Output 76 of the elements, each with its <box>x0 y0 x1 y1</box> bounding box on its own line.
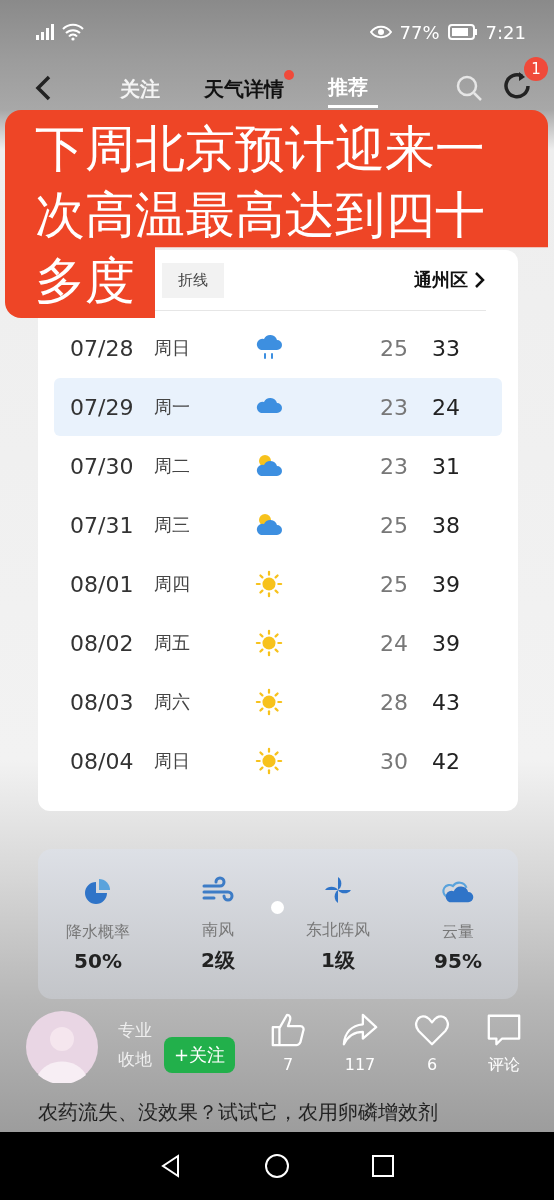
high-temp: 24 <box>432 394 460 420</box>
high-temp: 43 <box>432 689 460 715</box>
wifi-icon <box>62 23 84 41</box>
video-caption: 农药流失、没效果？试试它，农用卵磷增效剂 <box>37 1099 439 1126</box>
forecast-row[interactable]: 07/30 周二 23 31 <box>54 437 502 495</box>
date-label: 08/02 <box>70 630 135 656</box>
stat-value: 50% <box>74 948 122 973</box>
clock-time: 7:21 <box>485 21 526 43</box>
date-label: 07/30 <box>70 453 135 479</box>
sun-icon <box>254 629 284 657</box>
nav-tab[interactable]: 天气详情 <box>204 69 294 107</box>
action-count: 6 <box>426 1055 438 1074</box>
low-temp: 28 <box>380 689 409 715</box>
rain-cloud-icon <box>254 334 284 362</box>
low-temp: 24 <box>380 630 409 656</box>
low-temp: 25 <box>380 335 409 361</box>
thumbs-up-icon[interactable] <box>269 1011 307 1049</box>
low-temp: 30 <box>380 748 409 774</box>
signal-icon <box>34 23 56 41</box>
stat-label: 东北阵风 <box>306 920 370 941</box>
high-temp: 38 <box>432 512 460 538</box>
sun-icon <box>254 747 284 775</box>
weekday-label: 周一 <box>154 395 191 419</box>
refresh-icon[interactable] <box>502 71 532 101</box>
date-label: 08/01 <box>70 571 135 597</box>
weekday-label: 周日 <box>154 336 191 360</box>
low-temp: 23 <box>380 394 409 420</box>
sun-icon <box>254 688 284 716</box>
date-label: 08/04 <box>70 748 135 774</box>
stat-value: 1级 <box>321 947 355 974</box>
weekday-label: 周日 <box>154 749 191 773</box>
stat-value: 95% <box>434 948 482 973</box>
eye-icon <box>369 23 392 41</box>
action-count: 7 <box>282 1055 294 1074</box>
low-temp: 25 <box>380 571 409 597</box>
recent-apps-icon[interactable] <box>370 1153 396 1179</box>
page-dot <box>271 901 284 914</box>
forecast-row[interactable]: 08/01 周四 25 39 <box>54 555 502 613</box>
date-label: 08/03 <box>70 689 135 715</box>
high-temp: 31 <box>432 453 460 479</box>
low-temp: 25 <box>380 512 409 538</box>
weekday-label: 周五 <box>154 631 191 655</box>
weekday-label: 周四 <box>154 572 191 596</box>
date-label: 07/31 <box>70 512 135 538</box>
low-temp: 23 <box>380 453 409 479</box>
high-temp: 42 <box>432 748 460 774</box>
weekday-label: 周二 <box>154 454 191 478</box>
forecast-row[interactable]: 07/28 周日 25 33 <box>54 319 502 377</box>
stat-value: 2级 <box>201 947 235 974</box>
search-icon[interactable] <box>454 73 484 103</box>
action-count: 评论 <box>488 1055 520 1076</box>
home-icon[interactable] <box>264 1153 290 1179</box>
battery-percent: 77% <box>399 21 440 43</box>
district-link[interactable]: 通州区 <box>414 268 486 292</box>
date-label: 07/28 <box>70 335 135 361</box>
notification-badge: 1 <box>524 57 548 81</box>
stat-label: 降水概率 <box>66 921 130 943</box>
forecast-row[interactable]: 08/04 周日 30 42 <box>54 732 502 790</box>
weekday-label: 周六 <box>154 690 191 714</box>
chevron-icon <box>474 271 486 289</box>
stat-label: 南风 <box>202 920 234 941</box>
sun-icon <box>254 570 284 598</box>
battery-icon <box>447 24 478 40</box>
avatar[interactable] <box>26 1011 98 1083</box>
forecast-row[interactable]: 08/03 周六 28 43 <box>54 673 502 731</box>
forecast-row[interactable]: 07/31 周三 25 38 <box>54 496 502 554</box>
stat-label: 云量 <box>442 921 474 943</box>
action-count: 117 <box>344 1055 376 1074</box>
high-temp: 33 <box>432 335 460 361</box>
high-temp: 39 <box>432 571 460 597</box>
weekday-label: 周三 <box>154 513 191 537</box>
date-label: 07/29 <box>70 394 135 420</box>
forecast-row[interactable]: 07/29 周一 23 24 <box>54 378 502 436</box>
forecast-row[interactable]: 08/02 周五 24 39 <box>54 614 502 672</box>
high-temp: 39 <box>432 630 460 656</box>
chart-toggle[interactable]: 折线 <box>162 262 224 298</box>
